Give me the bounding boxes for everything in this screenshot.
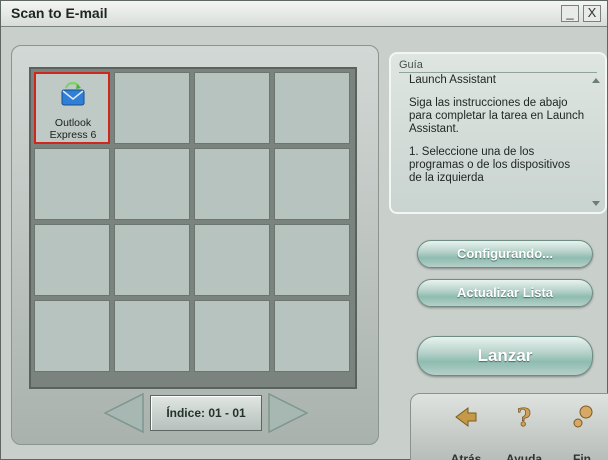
title-bar[interactable]: Scan to E-mail _ X <box>1 1 607 27</box>
grid-cell-empty[interactable] <box>274 300 350 372</box>
grid-item-outlook-express[interactable]: Outlook Express 6 <box>34 72 110 144</box>
left-arrow-icon[interactable] <box>101 390 151 436</box>
finish-label: Fin <box>573 452 591 460</box>
right-arrow-icon[interactable] <box>261 390 311 436</box>
back-button[interactable]: Atrás <box>437 394 495 460</box>
svg-text:?: ? <box>517 404 531 430</box>
grid-cell-empty[interactable] <box>34 300 110 372</box>
configure-button[interactable]: Configurando... <box>417 240 593 268</box>
back-arrow-icon <box>455 407 477 427</box>
back-label: Atrás <box>450 452 482 460</box>
minimize-button[interactable]: _ <box>561 5 579 22</box>
grid-cell-empty[interactable] <box>114 72 190 144</box>
scroll-down-icon <box>592 201 600 206</box>
bottom-nav: Atrás ? Ayuda Fin <box>410 393 608 460</box>
guide-divider <box>399 72 597 73</box>
app-window: Scan to E-mail _ X Outlook Express 6 Índ… <box>0 0 608 460</box>
finish-button[interactable]: Fin <box>553 394 608 460</box>
grid-cell-empty[interactable] <box>274 148 350 220</box>
refresh-list-button[interactable]: Actualizar Lista <box>417 279 593 307</box>
program-grid: Outlook Express 6 <box>29 67 357 389</box>
minimize-icon: _ <box>566 5 574 20</box>
guide-paragraph: Launch Assistant <box>409 74 496 86</box>
guide-scrollbar[interactable] <box>591 76 601 208</box>
help-button[interactable]: ? Ayuda <box>495 394 553 460</box>
close-icon: X <box>587 5 597 20</box>
scroll-up-icon <box>592 78 600 83</box>
grid-cell-empty[interactable] <box>114 224 190 296</box>
help-question-icon: ? <box>517 404 532 430</box>
grid-cell-empty[interactable] <box>114 300 190 372</box>
window-title: Scan to E-mail <box>11 5 108 21</box>
grid-cell-empty[interactable] <box>194 148 270 220</box>
finish-icon <box>573 405 593 428</box>
grid-cell-empty[interactable] <box>194 72 270 144</box>
outlook-express-icon <box>61 82 85 106</box>
grid-cell-empty[interactable] <box>274 72 350 144</box>
grid-cell-empty[interactable] <box>194 300 270 372</box>
help-label: Ayuda <box>505 452 543 460</box>
guide-paragraph: Siga las instrucciones de abajo para com… <box>409 97 585 135</box>
close-button[interactable]: X <box>583 5 601 22</box>
guide-title: Guía <box>399 59 423 71</box>
launch-button[interactable]: Lanzar <box>417 336 593 376</box>
grid-cell-empty[interactable] <box>194 224 270 296</box>
index-indicator: Índice: 01 - 01 <box>150 395 262 431</box>
grid-cell-empty[interactable] <box>34 224 110 296</box>
guide-paragraph: 1. Seleccione una de los programas o de … <box>409 146 571 184</box>
grid-cell-empty[interactable] <box>34 148 110 220</box>
guide-text: Launch Assistant Siga las instrucciones … <box>409 74 585 205</box>
grid-cell-empty[interactable] <box>274 224 350 296</box>
grid-item-label: Outlook Express 6 <box>49 117 97 141</box>
grid-cell-empty[interactable] <box>114 148 190 220</box>
guide-panel: Guía Launch Assistant Siga las instrucci… <box>389 52 607 214</box>
